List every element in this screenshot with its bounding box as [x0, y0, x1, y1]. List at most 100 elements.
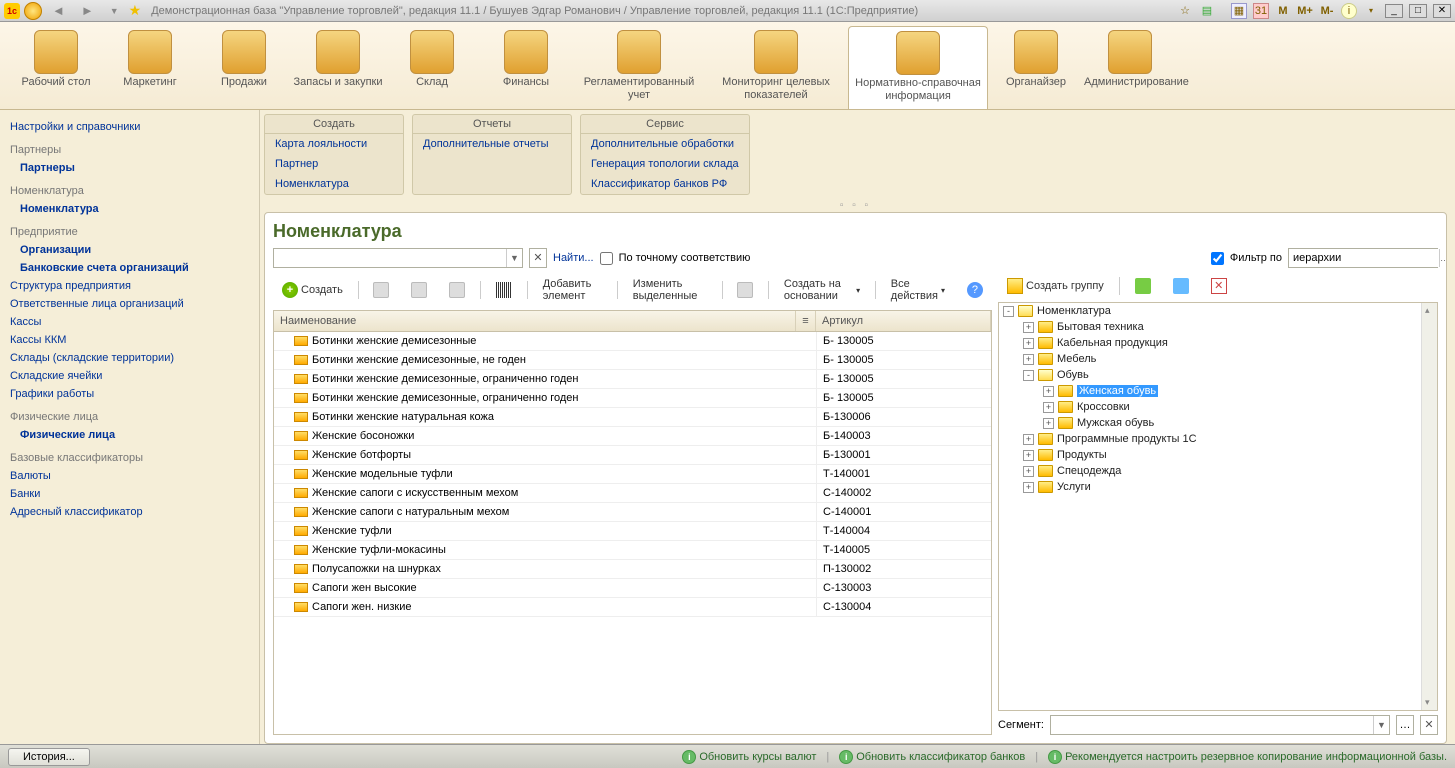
tree-node[interactable]: +Продукты	[999, 447, 1421, 463]
segment-dropdown-icon[interactable]: ▼	[1373, 716, 1389, 734]
tree-toggle-icon[interactable]: +	[1023, 466, 1034, 477]
segment-input[interactable]	[1051, 716, 1373, 734]
main-menu-button[interactable]	[24, 2, 42, 20]
filter-field[interactable]: …	[1288, 248, 1438, 268]
segment-clear-button[interactable]: ✕	[1420, 715, 1438, 735]
add-element-button[interactable]: Добавить элемент	[534, 274, 611, 306]
m-button[interactable]: M	[1275, 3, 1291, 19]
tree-toggle-icon[interactable]: +	[1023, 338, 1034, 349]
favorites-icon[interactable]: ★	[129, 2, 142, 19]
tree-node[interactable]: -Обувь	[999, 367, 1421, 383]
tree-toggle-icon[interactable]: +	[1023, 434, 1034, 445]
sidebar-link[interactable]: Банки	[10, 485, 249, 503]
sidebar-link[interactable]: Физические лица	[10, 426, 249, 444]
sidebar-link[interactable]: Организации	[10, 241, 249, 259]
tree-node[interactable]: +Кабельная продукция	[999, 335, 1421, 351]
section-tab[interactable]: Регламентированный учет	[574, 26, 704, 109]
sidebar-link[interactable]: Кассы ККМ	[10, 331, 249, 349]
table-row[interactable]: Женские босоножкиБ-140003	[274, 427, 991, 446]
table-row[interactable]: Женские туфлиТ-140004	[274, 522, 991, 541]
search-dropdown-icon[interactable]: ▼	[506, 249, 522, 267]
edit-selected-button[interactable]: Изменить выделенные	[624, 274, 716, 306]
command-link[interactable]: Дополнительные отчеты	[413, 134, 571, 154]
minimize-button[interactable]: _	[1385, 4, 1403, 18]
table-row[interactable]: Женские сапоги с искусственным мехомС-14…	[274, 484, 991, 503]
sidebar-link[interactable]: Номенклатура	[10, 200, 249, 218]
table-row[interactable]: Женские модельные туфлиТ-140001	[274, 465, 991, 484]
status-link-backup[interactable]: iРекомендуется настроить резервное копир…	[1048, 750, 1447, 764]
search-combo[interactable]: ▼	[273, 248, 523, 268]
refresh-button[interactable]	[1164, 274, 1198, 298]
tree-node[interactable]: -Номенклатура	[999, 303, 1421, 319]
fav-add-icon[interactable]: ☆	[1177, 3, 1193, 19]
delete-button[interactable]	[440, 278, 474, 302]
nav-forward[interactable]: ►	[75, 3, 100, 18]
create-group-button[interactable]: Создать группу	[998, 274, 1113, 298]
table-row[interactable]: Женские туфли-мокасиныТ-140005	[274, 541, 991, 560]
nav-dropdown[interactable]: ▼	[104, 6, 125, 16]
tree-node[interactable]: +Мужская обувь	[999, 415, 1421, 431]
notes-icon[interactable]: ▤	[1199, 3, 1215, 19]
table-row[interactable]: Ботинки женские демисезонные, ограниченн…	[274, 370, 991, 389]
filter-input[interactable]	[1289, 249, 1439, 267]
sidebar-link[interactable]: Банковские счета организаций	[10, 259, 249, 277]
info-icon[interactable]: i	[1341, 3, 1357, 19]
tree-node[interactable]: +Мебель	[999, 351, 1421, 367]
all-actions-button[interactable]: Все действия ▾	[882, 274, 954, 306]
tree-toggle-icon[interactable]: -	[1023, 370, 1034, 381]
sidebar-link[interactable]: Структура предприятия	[10, 277, 249, 295]
history-button[interactable]: История...	[8, 748, 90, 766]
table-row[interactable]: Сапоги жен высокиеС-130003	[274, 579, 991, 598]
sidebar-link[interactable]: Графики работы	[10, 385, 249, 403]
tree-node[interactable]: +Женская обувь	[999, 383, 1421, 399]
tree-toggle-icon[interactable]: +	[1043, 418, 1054, 429]
m-plus-button[interactable]: M+	[1297, 3, 1313, 19]
section-tab[interactable]: Мониторинг целевых показателей	[706, 26, 846, 109]
nav-back[interactable]: ◄	[46, 3, 71, 18]
sidebar-link[interactable]: Партнеры	[10, 159, 249, 177]
table-row[interactable]: Полусапожки на шнуркахП-130002	[274, 560, 991, 579]
sidebar-link[interactable]: Ответственные лица организаций	[10, 295, 249, 313]
tree-node[interactable]: +Спецодежда	[999, 463, 1421, 479]
table-row[interactable]: Сапоги жен. низкиеС-130004	[274, 598, 991, 617]
section-tab[interactable]: Администрирование	[1084, 26, 1176, 109]
table-row[interactable]: Ботинки женские демисезонные, ограниченн…	[274, 389, 991, 408]
col-header-name[interactable]: Наименование	[274, 311, 796, 331]
delete-group-button[interactable]: ✕	[1202, 274, 1236, 298]
list-icon-button[interactable]	[728, 278, 762, 302]
tree-toggle-icon[interactable]: +	[1043, 386, 1054, 397]
status-link-banks[interactable]: iОбновить классификатор банков	[839, 750, 1025, 764]
find-button[interactable]: Найти...	[553, 252, 594, 264]
sort-indicator-icon[interactable]: ≡	[796, 311, 816, 331]
table-row[interactable]: Женские сапоги с натуральным мехомС-1400…	[274, 503, 991, 522]
create-button[interactable]: +Создать	[273, 278, 352, 302]
command-link[interactable]: Партнер	[265, 154, 403, 174]
edit-group-button[interactable]	[1126, 274, 1160, 298]
sidebar-settings-link[interactable]: Настройки и справочники	[10, 118, 249, 136]
command-link[interactable]: Классификатор банков РФ	[581, 174, 749, 194]
filter-ellipsis-icon[interactable]: …	[1439, 249, 1447, 267]
close-button[interactable]: ✕	[1433, 4, 1451, 18]
section-tab[interactable]: Нормативно-справочная информация	[848, 26, 988, 109]
tree-toggle-icon[interactable]: +	[1023, 354, 1034, 365]
section-tab[interactable]: Запасы и закупки	[292, 26, 384, 109]
command-link[interactable]: Генерация топологии склада	[581, 154, 749, 174]
tree-node[interactable]: +Бытовая техника	[999, 319, 1421, 335]
table-row[interactable]: Ботинки женские демисезонныеБ- 130005	[274, 332, 991, 351]
clear-search-button[interactable]: ✕	[529, 248, 547, 268]
section-tab[interactable]: Продажи	[198, 26, 290, 109]
tree-toggle-icon[interactable]: +	[1023, 450, 1034, 461]
barcode-button[interactable]	[487, 278, 521, 302]
tree-scrollbar[interactable]: ▴▾	[1421, 303, 1437, 710]
section-tab[interactable]: Маркетинг	[104, 26, 196, 109]
sidebar-link[interactable]: Адресный классификатор	[10, 503, 249, 521]
tree-toggle-icon[interactable]: +	[1043, 402, 1054, 413]
section-tab[interactable]: Рабочий стол	[10, 26, 102, 109]
tree-toggle-icon[interactable]: +	[1023, 482, 1034, 493]
tree-toggle-icon[interactable]: +	[1023, 322, 1034, 333]
sidebar-link[interactable]: Складские ячейки	[10, 367, 249, 385]
tree-node[interactable]: +Программные продукты 1С	[999, 431, 1421, 447]
search-input[interactable]	[274, 249, 506, 267]
calc-icon[interactable]: ▦	[1231, 3, 1247, 19]
status-link-rates[interactable]: iОбновить курсы валют	[682, 750, 816, 764]
